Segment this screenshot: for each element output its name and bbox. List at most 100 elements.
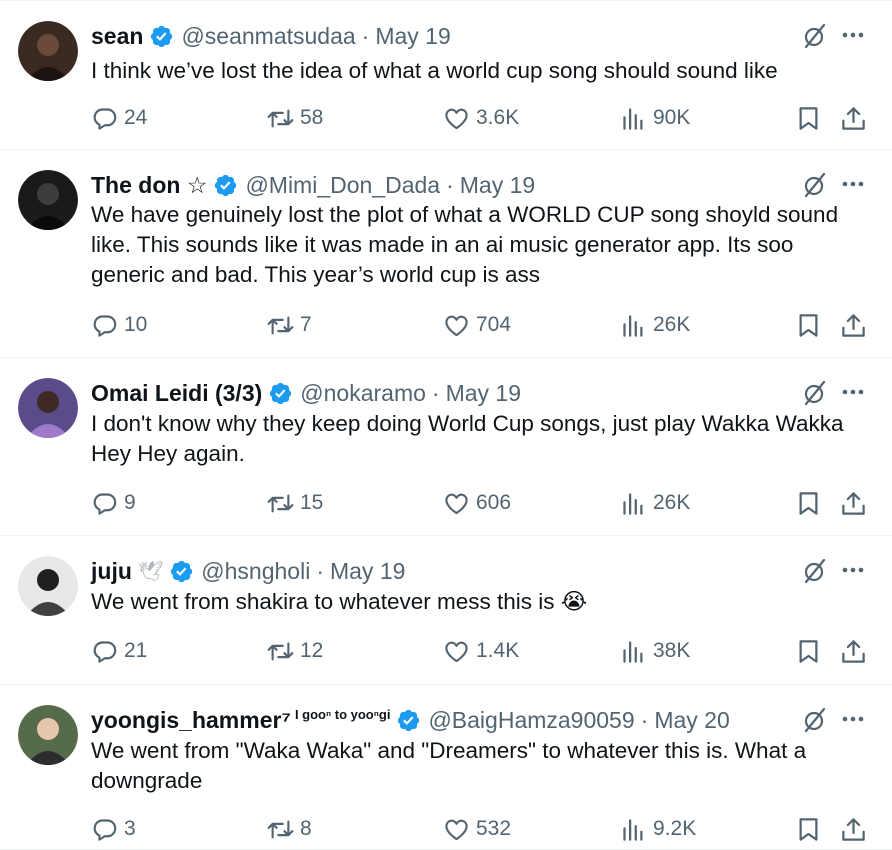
tweet-date[interactable]: May 20 <box>654 707 729 734</box>
share-icon <box>842 639 865 663</box>
tweet-text: We have genuinely lost the plot of what … <box>91 202 839 287</box>
user-handle[interactable]: @hsngholi <box>201 558 310 585</box>
tweet-header: Omai Leidi (3/3) @nokaramo · May 19 <box>91 377 521 409</box>
like-count: 704 <box>476 313 512 336</box>
bookmark-button[interactable] <box>795 310 822 340</box>
tweet[interactable]: sean @seanmatsudaa · May 19 I think we’v… <box>0 0 892 150</box>
reply-icon <box>93 314 117 337</box>
retweet-button[interactable]: 7 <box>267 310 312 340</box>
views-button[interactable]: 9.2K <box>620 814 696 844</box>
like-button[interactable]: 1.4K <box>443 636 519 666</box>
avatar[interactable] <box>18 705 78 765</box>
tweet-text: We went from shakira to whatever mess th… <box>91 589 588 614</box>
avatar[interactable] <box>18 556 78 616</box>
views-count: 26K <box>653 491 691 514</box>
grok-icon[interactable] <box>802 172 828 198</box>
grok-icon[interactable] <box>802 23 828 49</box>
retweet-button[interactable]: 15 <box>267 488 323 518</box>
verified-badge-icon <box>169 559 194 584</box>
reply-count: 24 <box>124 106 148 129</box>
reply-button[interactable]: 3 <box>91 814 136 844</box>
retweet-icon <box>267 642 294 660</box>
grok-icon[interactable] <box>802 707 828 733</box>
share-button[interactable] <box>840 814 867 844</box>
share-button[interactable] <box>840 488 867 518</box>
reply-button[interactable]: 24 <box>91 103 147 133</box>
avatar[interactable] <box>18 378 78 438</box>
views-button[interactable]: 90K <box>620 103 690 133</box>
heart-icon <box>445 819 468 840</box>
tweet-date[interactable]: May 19 <box>460 172 535 199</box>
more-dots-icon[interactable] <box>840 174 866 194</box>
retweet-button[interactable]: 12 <box>267 636 323 666</box>
tweet-date[interactable]: May 19 <box>446 380 521 407</box>
reply-button[interactable]: 21 <box>91 636 147 666</box>
tweet-actions: 3 8 532 9.2K <box>91 814 871 844</box>
avatar[interactable] <box>18 21 78 81</box>
bookmark-button[interactable] <box>795 814 822 844</box>
tweet[interactable]: yoongis_hammer⁷ I gooⁿ to yooⁿgi @BaigHa… <box>0 685 892 850</box>
share-icon <box>842 491 865 515</box>
separator-dot: · <box>431 379 440 406</box>
views-button[interactable]: 26K <box>620 488 690 518</box>
tweet-header: sean @seanmatsudaa · May 19 <box>91 20 451 52</box>
views-button[interactable]: 26K <box>620 310 690 340</box>
user-handle[interactable]: @BaigHamza90059 <box>428 707 634 734</box>
bookmark-button[interactable] <box>795 488 822 518</box>
heart-icon <box>445 641 468 662</box>
avatar[interactable] <box>18 170 78 230</box>
like-count: 3.6K <box>476 106 520 129</box>
tweet[interactable]: juju 🕊 @hsngholi · May 19 We went from s… <box>0 536 892 685</box>
display-name[interactable]: The don ☆ <box>91 172 207 199</box>
like-button[interactable]: 606 <box>443 488 511 518</box>
tweet-date[interactable]: May 19 <box>375 23 450 50</box>
reply-count: 9 <box>124 491 136 514</box>
grok-icon[interactable] <box>802 380 828 406</box>
display-name[interactable]: juju <box>91 558 132 585</box>
display-name[interactable]: yoongis_hammer⁷ <box>91 707 291 734</box>
heart-icon <box>445 315 468 336</box>
share-button[interactable] <box>840 636 867 666</box>
bookmark-button[interactable] <box>795 636 822 666</box>
tweet-date[interactable]: May 19 <box>330 558 405 585</box>
display-name[interactable]: Omai Leidi (3/3) <box>91 380 262 407</box>
reply-icon <box>93 640 117 663</box>
views-bar-chart-icon <box>623 818 643 841</box>
like-count: 606 <box>476 491 512 514</box>
verified-badge-icon <box>213 173 238 198</box>
views-bar-chart-icon <box>623 640 643 663</box>
more-dots-icon[interactable] <box>840 382 866 402</box>
avatar-image <box>18 556 78 616</box>
reply-button[interactable]: 10 <box>91 310 147 340</box>
more-dots-icon[interactable] <box>840 25 866 45</box>
user-handle[interactable]: @nokaramo <box>300 380 426 407</box>
retweet-icon <box>267 316 294 334</box>
more-dots-icon[interactable] <box>840 709 866 729</box>
share-button[interactable] <box>840 310 867 340</box>
views-bar-chart-icon <box>623 314 643 337</box>
like-button[interactable]: 704 <box>443 310 511 340</box>
more-dots-icon[interactable] <box>840 560 866 580</box>
retweet-button[interactable]: 58 <box>267 103 323 133</box>
tweet[interactable]: Omai Leidi (3/3) @nokaramo · May 19 I do… <box>0 358 892 536</box>
share-button[interactable] <box>840 103 867 133</box>
display-name[interactable]: sean <box>91 23 143 50</box>
retweet-button[interactable]: 8 <box>267 814 312 844</box>
views-button[interactable]: 38K <box>620 636 690 666</box>
grok-icon[interactable] <box>802 558 828 584</box>
user-handle[interactable]: @seanmatsudaa <box>181 23 355 50</box>
verified-badge-icon <box>268 381 293 406</box>
bookmark-icon <box>799 106 818 130</box>
tweet[interactable]: The don ☆ @Mimi_Don_Dada · May 19 We hav… <box>0 150 892 358</box>
like-button[interactable]: 532 <box>443 814 511 844</box>
share-icon <box>842 313 865 337</box>
heart-icon <box>445 493 468 514</box>
bookmark-button[interactable] <box>795 103 822 133</box>
like-count: 1.4K <box>476 639 520 662</box>
tweet-actions: 10 7 704 26K <box>91 310 871 340</box>
tweet-text: I think we’ve lost the idea of what a wo… <box>91 58 778 83</box>
bookmark-icon <box>799 313 818 337</box>
user-handle[interactable]: @Mimi_Don_Dada <box>245 172 440 199</box>
like-button[interactable]: 3.6K <box>443 103 519 133</box>
reply-button[interactable]: 9 <box>91 488 136 518</box>
